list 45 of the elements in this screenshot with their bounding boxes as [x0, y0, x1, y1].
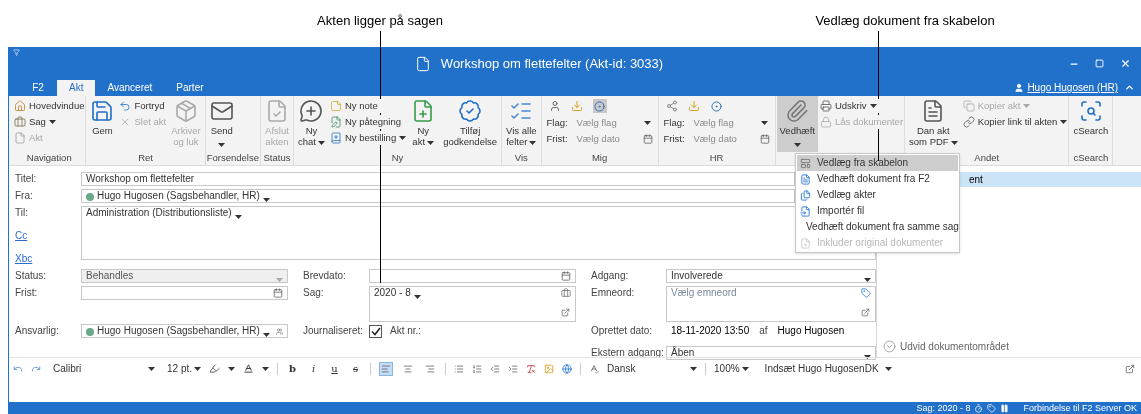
field-label: Oprettet dato:	[591, 325, 653, 336]
field-label: Fra:	[15, 190, 33, 201]
field-label: Frist:	[15, 287, 38, 298]
flag-label: Flag:	[663, 117, 686, 129]
field-value: 18-11-2020 13:50	[671, 325, 750, 337]
field-label: Emneord:	[591, 287, 635, 298]
field-label: Ansvarlig:	[15, 325, 59, 336]
flag-label: Frist:	[546, 133, 569, 145]
group-label: Mig	[591, 152, 608, 165]
field-value: Involverede	[671, 270, 724, 282]
callout-text: Akten ligger på sagen	[317, 13, 443, 29]
group-label: Vis	[514, 152, 528, 165]
group-label: Andet	[974, 152, 1000, 165]
callout-text: Vedlæg dokument fra skabelon	[815, 13, 995, 29]
field-label: af	[759, 325, 768, 337]
group-label: Status	[263, 152, 291, 165]
field-value: Administration (Distributionsliste)	[86, 207, 232, 219]
flag-label: Flag:	[546, 117, 569, 129]
field-value: Hugo Hugosen (Sagsbehandler, HR)	[97, 190, 260, 202]
field-label: Adgang:	[591, 270, 629, 281]
field-placeholder: Vælg emneord	[671, 287, 738, 299]
field-value: 2020 - 8	[374, 287, 411, 299]
group-label: Navigation	[26, 152, 72, 165]
field-label: Akt nr.:	[390, 325, 422, 337]
group-label: cSearch	[1073, 152, 1109, 165]
window-title: Workshop om flettefelter (Akt-id: 3033)	[440, 55, 664, 72]
field-label: Titel:	[15, 173, 37, 184]
flag-label: Frist:	[663, 133, 686, 145]
group-label: Forsendelse	[206, 152, 259, 165]
field-value: Hugo Hugosen	[777, 325, 845, 337]
field-value: Workshop om flettefelter	[86, 173, 195, 185]
status-text: Forbindelse til F2 Server OK	[1023, 402, 1137, 414]
field-label: Journaliseret:	[303, 325, 364, 336]
field-value: Åben	[671, 347, 696, 359]
field-label: Brevdato:	[303, 270, 346, 281]
group-label: Ny	[391, 152, 404, 165]
status-text: Sag: 2020 - 8	[916, 402, 971, 414]
field-label: Til:	[15, 206, 29, 220]
group-label: Ret	[138, 152, 153, 165]
field-value: Behandles	[86, 270, 135, 282]
field-label: Sag:	[303, 287, 324, 298]
field-label: Status:	[15, 270, 47, 281]
field-label: Ekstern adgang:	[591, 347, 664, 358]
field-value: Hugo Hugosen (Sagsbehandler, HR)	[97, 325, 260, 337]
group-label: HR	[709, 152, 724, 165]
